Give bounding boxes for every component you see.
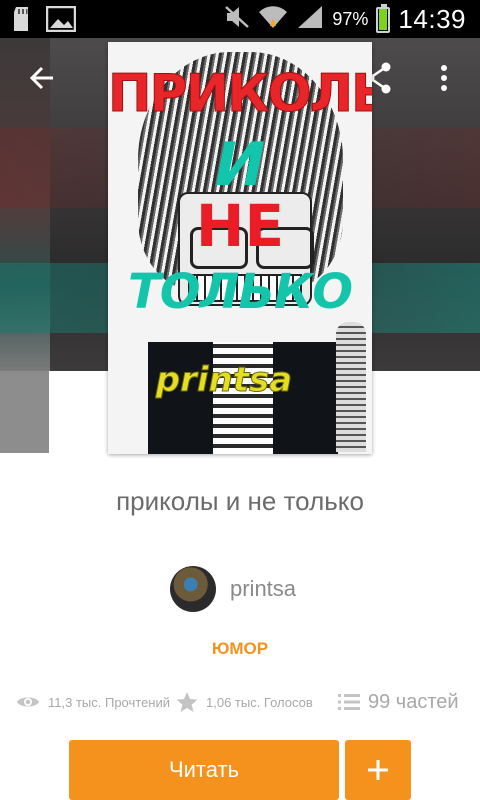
- signal-icon: [296, 4, 324, 35]
- cover-signature: printsa: [155, 360, 293, 401]
- votes-stat: 1,06 тыс. Голосов: [176, 684, 313, 720]
- parts-count: 99 частей: [368, 690, 459, 713]
- arrow-left-icon: [29, 66, 53, 90]
- eye-icon: [17, 697, 39, 707]
- votes-count: 1,06 тыс. Голосов: [206, 694, 313, 710]
- clock: 14:39: [398, 4, 466, 34]
- cover-text-line4: ТОЛЬКО: [127, 264, 353, 320]
- more-vertical-icon: [441, 65, 447, 91]
- battery-percent: 97%: [332, 9, 369, 29]
- side-panel-edge: [0, 371, 49, 453]
- cover-text-line3: НЕ: [195, 192, 285, 260]
- status-bar: 97% 14:39: [0, 0, 480, 38]
- more-options-button[interactable]: [424, 58, 464, 98]
- avatar[interactable]: [170, 566, 216, 612]
- author-link[interactable]: printsa: [170, 566, 296, 612]
- sd-card-icon: [12, 6, 32, 37]
- image-icon: [45, 5, 77, 37]
- author-name[interactable]: printsa: [230, 576, 296, 602]
- genre-tag[interactable]: ЮМОР: [0, 639, 480, 659]
- mute-icon: [224, 5, 250, 34]
- story-title: приколы и не только: [116, 486, 364, 516]
- read-button[interactable]: Читать: [69, 740, 339, 800]
- cover-text-line1: ПРИКОЛЫ: [108, 64, 372, 125]
- battery-icon: [376, 3, 391, 33]
- plus-icon: [368, 760, 388, 780]
- reads-stat: 11,3 тыс. Прочтений: [16, 684, 170, 720]
- wifi-icon: [258, 4, 288, 35]
- add-to-library-button[interactable]: [345, 740, 411, 800]
- story-stats: 11,3 тыс. Прочтений 1,06 тыс. Голосов 99…: [0, 684, 480, 720]
- cover-text-line2: И: [214, 130, 266, 200]
- reads-count: 11,3 тыс. Прочтений: [48, 694, 171, 710]
- star-icon: [176, 692, 198, 712]
- back-button[interactable]: [22, 58, 62, 98]
- parts-stat: 99 частей: [338, 684, 459, 720]
- book-cover[interactable]: ПРИКОЛЫ И НЕ ТОЛЬКО printsa: [108, 42, 372, 454]
- list-icon: [338, 694, 360, 710]
